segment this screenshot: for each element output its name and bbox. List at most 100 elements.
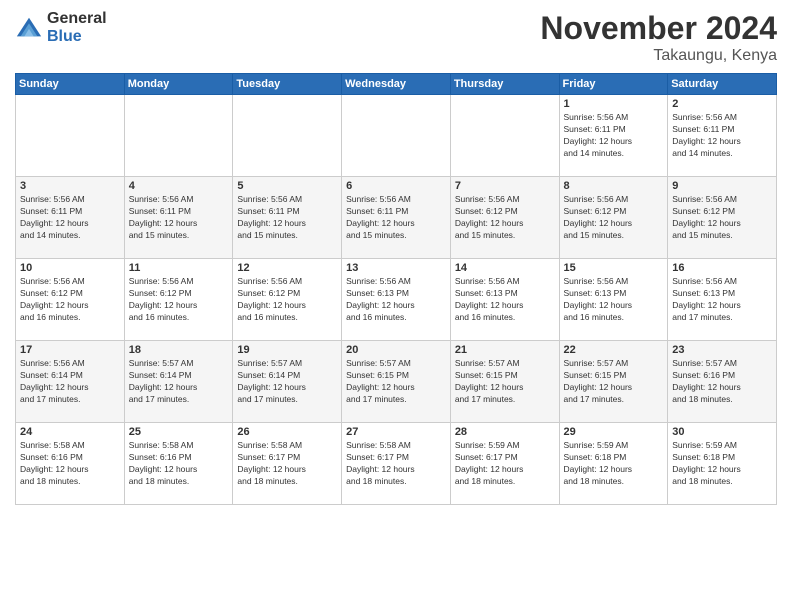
calendar-cell: 18Sunrise: 5:57 AM Sunset: 6:14 PM Dayli… [124, 341, 233, 423]
logo: General Blue [15, 10, 107, 45]
col-monday: Monday [124, 74, 233, 95]
day-info: Sunrise: 5:56 AM Sunset: 6:13 PM Dayligh… [672, 276, 772, 324]
calendar-cell: 27Sunrise: 5:58 AM Sunset: 6:17 PM Dayli… [342, 423, 451, 505]
calendar-cell: 21 Sunrise: 5:57 AM Sunset: 6:15 PM Dayli… [450, 341, 559, 423]
day-info: Sunrise: 5:59 AM Sunset: 6:18 PM Dayligh… [672, 440, 772, 488]
calendar-cell: 16Sunrise: 5:56 AM Sunset: 6:13 PM Dayli… [668, 259, 777, 341]
day-info: Sunrise: 5:56 AM Sunset: 6:11 PM Dayligh… [564, 112, 664, 160]
day-info: Sunrise: 5:58 AM Sunset: 6:16 PM Dayligh… [129, 440, 229, 488]
col-thursday: Thursday [450, 74, 559, 95]
day-number: 15 [564, 262, 664, 274]
day-info: Sunrise: 5:56 AM Sunset: 6:12 PM Dayligh… [237, 276, 337, 324]
col-sunday: Sunday [16, 74, 125, 95]
day-number: 27 [346, 426, 446, 438]
day-info: Sunrise: 5:59 AM Sunset: 6:17 PM Dayligh… [455, 440, 555, 488]
calendar-cell [450, 95, 559, 177]
day-number: 12 [237, 262, 337, 274]
day-number: 11 [129, 262, 229, 274]
day-info: Sunrise: 5:59 AM Sunset: 6:18 PM Dayligh… [564, 440, 664, 488]
calendar-week-2: 10 Sunrise: 5:56 AM Sunset: 6:12 PM Dayli… [16, 259, 777, 341]
calendar-cell: 12 Sunrise: 5:56 AM Sunset: 6:12 PM Dayli… [233, 259, 342, 341]
day-number: 1 [564, 98, 664, 110]
day-number: 29 [564, 426, 664, 438]
calendar-cell: 25 Sunrise: 5:58 AM Sunset: 6:16 PM Dayli… [124, 423, 233, 505]
day-number: 6 [346, 180, 446, 192]
calendar-cell [233, 95, 342, 177]
page-container: General Blue November 2024 Takaungu, Ken… [0, 0, 792, 515]
day-info: Sunrise: 5:57 AM Sunset: 6:15 PM Dayligh… [455, 358, 555, 406]
calendar-cell [16, 95, 125, 177]
day-info: Sunrise: 5:57 AM Sunset: 6:14 PM Dayligh… [129, 358, 229, 406]
calendar-cell: 15 Sunrise: 5:56 AM Sunset: 6:13 PM Dayli… [559, 259, 668, 341]
day-info: Sunrise: 5:57 AM Sunset: 6:14 PM Dayligh… [237, 358, 337, 406]
calendar-cell: 29 Sunrise: 5:59 AM Sunset: 6:18 PM Dayli… [559, 423, 668, 505]
day-number: 7 [455, 180, 555, 192]
col-tuesday: Tuesday [233, 74, 342, 95]
day-number: 22 [564, 344, 664, 356]
day-number: 19 [237, 344, 337, 356]
day-info: Sunrise: 5:56 AM Sunset: 6:11 PM Dayligh… [237, 194, 337, 242]
month-title: November 2024 [540, 10, 777, 47]
calendar-cell: 26 Sunrise: 5:58 AM Sunset: 6:17 PM Dayli… [233, 423, 342, 505]
calendar-week-3: 17Sunrise: 5:56 AM Sunset: 6:14 PM Dayli… [16, 341, 777, 423]
day-info: Sunrise: 5:58 AM Sunset: 6:17 PM Dayligh… [237, 440, 337, 488]
day-info: Sunrise: 5:56 AM Sunset: 6:11 PM Dayligh… [672, 112, 772, 160]
calendar-cell: 14Sunrise: 5:56 AM Sunset: 6:13 PM Dayli… [450, 259, 559, 341]
calendar-week-1: 3Sunrise: 5:56 AM Sunset: 6:11 PM Daylig… [16, 177, 777, 259]
calendar-cell: 2 Sunrise: 5:56 AM Sunset: 6:11 PM Daylig… [668, 95, 777, 177]
day-info: Sunrise: 5:56 AM Sunset: 6:13 PM Dayligh… [564, 276, 664, 324]
day-number: 30 [672, 426, 772, 438]
calendar-cell: 22 Sunrise: 5:57 AM Sunset: 6:15 PM Dayli… [559, 341, 668, 423]
day-number: 25 [129, 426, 229, 438]
calendar-cell: 19 Sunrise: 5:57 AM Sunset: 6:14 PM Dayli… [233, 341, 342, 423]
day-number: 9 [672, 180, 772, 192]
day-info: Sunrise: 5:56 AM Sunset: 6:12 PM Dayligh… [20, 276, 120, 324]
title-area: November 2024 Takaungu, Kenya [540, 10, 777, 65]
calendar-cell: 8Sunrise: 5:56 AM Sunset: 6:12 PM Daylig… [559, 177, 668, 259]
calendar-cell: 30 Sunrise: 5:59 AM Sunset: 6:18 PM Dayli… [668, 423, 777, 505]
calendar-cell: 5Sunrise: 5:56 AM Sunset: 6:11 PM Daylig… [233, 177, 342, 259]
logo-general: General [47, 10, 107, 28]
calendar-cell: 23 Sunrise: 5:57 AM Sunset: 6:16 PM Dayli… [668, 341, 777, 423]
calendar-cell: 10 Sunrise: 5:56 AM Sunset: 6:12 PM Dayli… [16, 259, 125, 341]
day-info: Sunrise: 5:58 AM Sunset: 6:16 PM Dayligh… [20, 440, 120, 488]
day-number: 23 [672, 344, 772, 356]
page-header: General Blue November 2024 Takaungu, Ken… [15, 10, 777, 65]
day-number: 26 [237, 426, 337, 438]
calendar-cell [124, 95, 233, 177]
day-number: 17 [20, 344, 120, 356]
calendar-cell: 9 Sunrise: 5:56 AM Sunset: 6:12 PM Daylig… [668, 177, 777, 259]
day-info: Sunrise: 5:56 AM Sunset: 6:12 PM Dayligh… [672, 194, 772, 242]
calendar-cell: 6Sunrise: 5:56 AM Sunset: 6:11 PM Daylig… [342, 177, 451, 259]
location: Takaungu, Kenya [540, 47, 777, 65]
logo-blue: Blue [47, 28, 107, 46]
calendar-cell: 28 Sunrise: 5:59 AM Sunset: 6:17 PM Dayli… [450, 423, 559, 505]
calendar-cell: 4Sunrise: 5:56 AM Sunset: 6:11 PM Daylig… [124, 177, 233, 259]
day-number: 21 [455, 344, 555, 356]
logo-text: General Blue [47, 10, 107, 45]
calendar-cell: 17Sunrise: 5:56 AM Sunset: 6:14 PM Dayli… [16, 341, 125, 423]
calendar-cell: 24 Sunrise: 5:58 AM Sunset: 6:16 PM Dayli… [16, 423, 125, 505]
col-friday: Friday [559, 74, 668, 95]
day-info: Sunrise: 5:56 AM Sunset: 6:12 PM Dayligh… [564, 194, 664, 242]
day-number: 24 [20, 426, 120, 438]
calendar-header-row: Sunday Monday Tuesday Wednesday Thursday… [16, 74, 777, 95]
logo-icon [15, 14, 43, 42]
day-number: 10 [20, 262, 120, 274]
day-number: 2 [672, 98, 772, 110]
col-wednesday: Wednesday [342, 74, 451, 95]
day-info: Sunrise: 5:57 AM Sunset: 6:15 PM Dayligh… [564, 358, 664, 406]
day-number: 20 [346, 344, 446, 356]
day-info: Sunrise: 5:57 AM Sunset: 6:15 PM Dayligh… [346, 358, 446, 406]
calendar-cell: 1 Sunrise: 5:56 AM Sunset: 6:11 PM Daylig… [559, 95, 668, 177]
calendar-cell [342, 95, 451, 177]
calendar-week-4: 24 Sunrise: 5:58 AM Sunset: 6:16 PM Dayli… [16, 423, 777, 505]
calendar-cell: 11Sunrise: 5:56 AM Sunset: 6:12 PM Dayli… [124, 259, 233, 341]
day-number: 28 [455, 426, 555, 438]
calendar-cell: 3Sunrise: 5:56 AM Sunset: 6:11 PM Daylig… [16, 177, 125, 259]
day-info: Sunrise: 5:57 AM Sunset: 6:16 PM Dayligh… [672, 358, 772, 406]
calendar-cell: 13Sunrise: 5:56 AM Sunset: 6:13 PM Dayli… [342, 259, 451, 341]
day-number: 14 [455, 262, 555, 274]
calendar-week-0: 1 Sunrise: 5:56 AM Sunset: 6:11 PM Daylig… [16, 95, 777, 177]
calendar-cell: 20 Sunrise: 5:57 AM Sunset: 6:15 PM Dayli… [342, 341, 451, 423]
